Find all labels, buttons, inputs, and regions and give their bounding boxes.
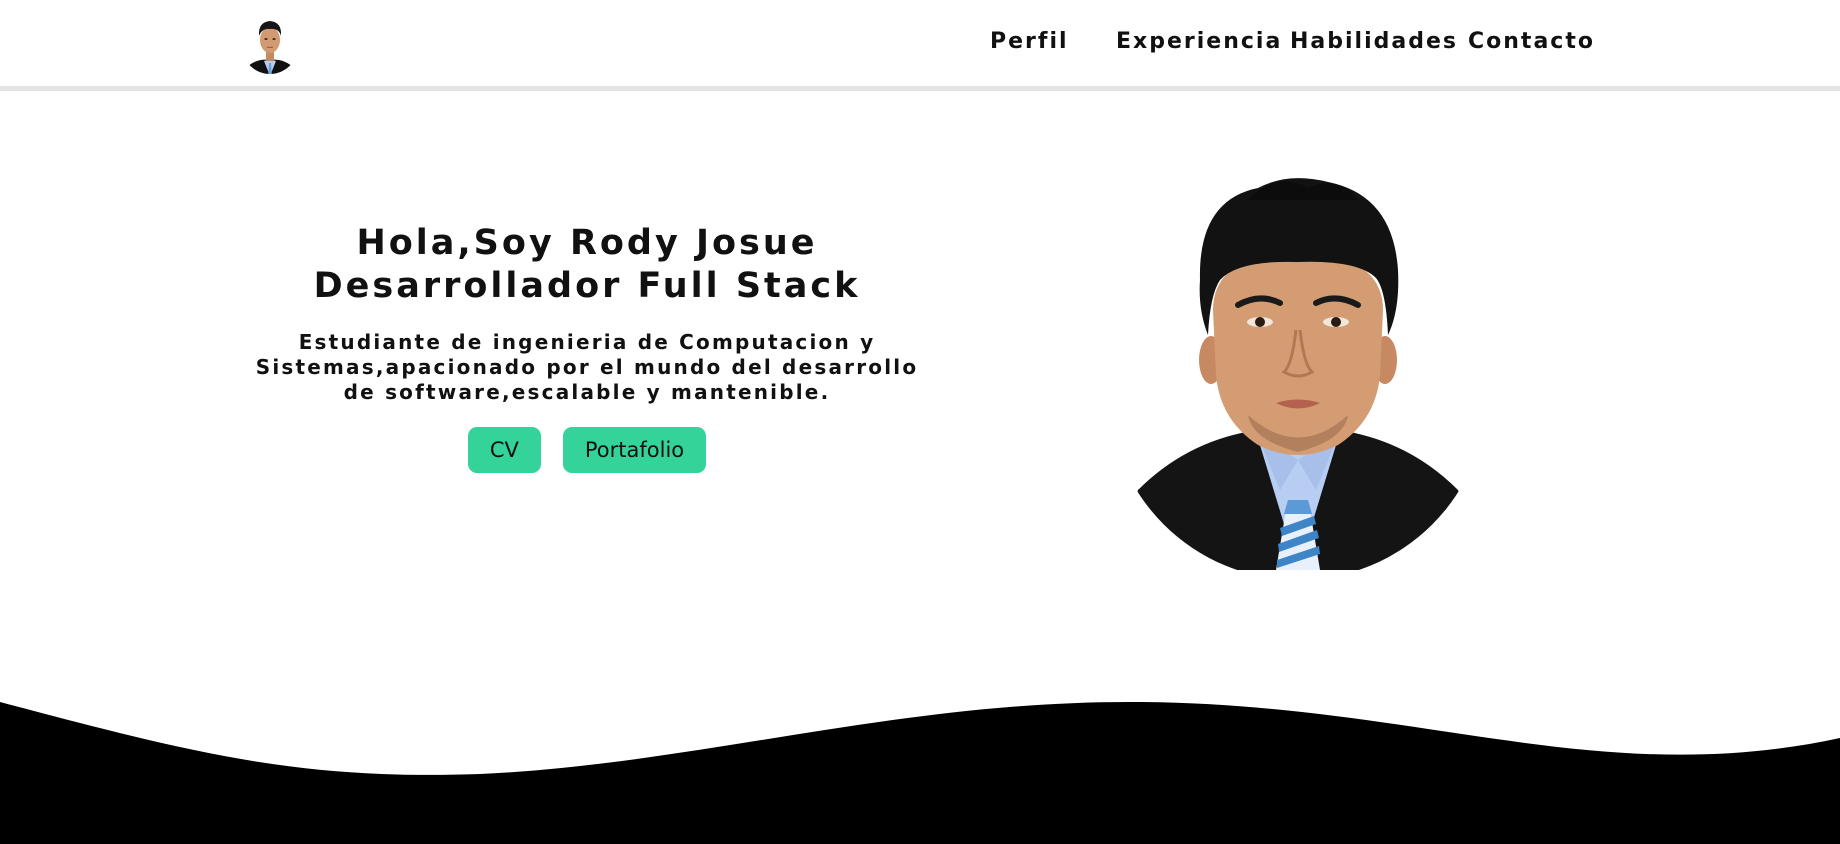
nav-item-experiencia[interactable]: Experiencia	[1116, 29, 1282, 54]
top-navbar: Perfil Experiencia Habilidades Contacto	[0, 0, 1840, 91]
nav-item-perfil[interactable]: Perfil	[990, 29, 1069, 54]
portfolio-button[interactable]: Portafolio	[562, 427, 707, 473]
bottom-wave-decoration	[0, 701, 1840, 844]
hero-subtitle: Estudiante de ingenieria de Computacion …	[255, 330, 919, 404]
hero-title-line2: Desarrollador Full Stack	[313, 266, 861, 306]
nav-item-contacto[interactable]: Contacto	[1468, 29, 1595, 54]
hero-title-line1: Hola,Soy Rody Josue	[356, 223, 818, 263]
hero-title: Hola,Soy Rody Josue Desarrollador Full S…	[230, 222, 944, 308]
nav-item-habilidades[interactable]: Habilidades	[1290, 29, 1458, 54]
cv-button[interactable]: CV	[467, 427, 541, 473]
hero-section: Hola,Soy Rody Josue Desarrollador Full S…	[230, 222, 944, 473]
profile-portrait-icon	[1108, 160, 1488, 570]
hero-buttons: CV Portafolio	[230, 427, 944, 473]
logo-avatar-icon[interactable]	[242, 12, 298, 76]
page: Perfil Experiencia Habilidades Contacto …	[0, 0, 1840, 844]
